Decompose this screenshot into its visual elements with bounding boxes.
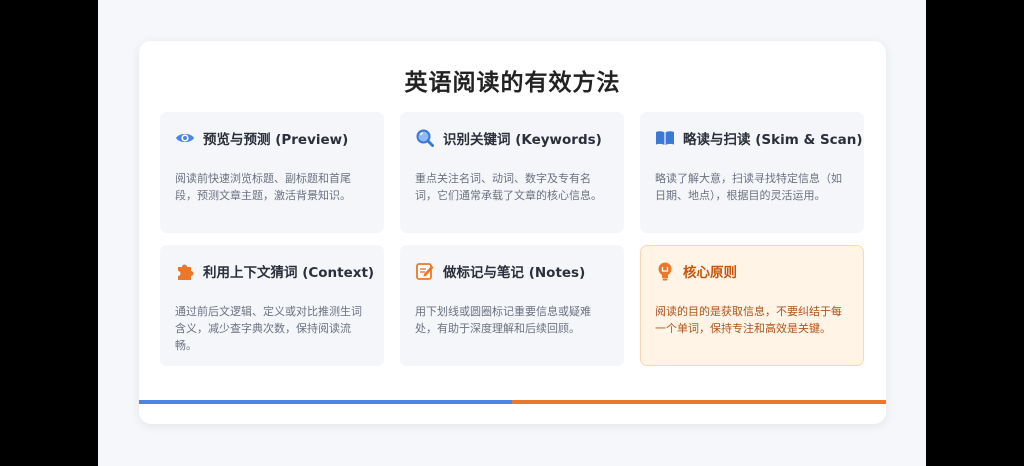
accent-bar-blue: [139, 400, 512, 404]
tile-title: 略读与扫读 (Skim & Scan): [683, 132, 863, 148]
tile-preview: 预览与预测 (Preview) 阅读前快速浏览标题、副标题和首尾段，预测文章主题…: [160, 112, 384, 233]
tile-core-principle: 核心原则 阅读的目的是获取信息，不要纠结于每一个单词，保持专注和高效是关键。: [640, 245, 864, 366]
tile-title: 利用上下文猜词 (Context): [203, 265, 375, 281]
page-title: 英语阅读的有效方法: [404, 70, 621, 96]
tile-header: 略读与扫读 (Skim & Scan): [655, 126, 863, 150]
tile-title: 预览与预测 (Preview): [203, 132, 349, 148]
tile-header: 识别关键词 (Keywords): [415, 126, 609, 150]
puzzle-icon: [175, 261, 195, 281]
memo-icon: [415, 261, 435, 281]
tile-header: 预览与预测 (Preview): [175, 126, 369, 150]
book-icon: [655, 128, 675, 148]
tile-description: 通过前后文逻辑、定义或对比推测生词含义，减少查字典次数，保持阅读流畅。: [175, 305, 362, 352]
tile-skim-scan: 略读与扫读 (Skim & Scan) 略读了解大意，扫读寻找特定信息（如日期、…: [640, 112, 864, 233]
lightbulb-icon: [655, 261, 675, 281]
tile-header: 核心原则: [655, 259, 849, 283]
slide-background: 英语阅读的有效方法 预览与预测 (Preview) 阅读前快速浏览标题、副标题和…: [98, 0, 926, 466]
tile-description: 重点关注名词、动词、数字及专有名词，它们通常承载了文章的核心信息。: [415, 172, 602, 202]
tile-title: 核心原则: [683, 265, 737, 281]
eye-icon: [175, 128, 195, 148]
magnifier-icon: [415, 128, 435, 148]
tile-header: 利用上下文猜词 (Context): [175, 259, 374, 283]
content-card: 英语阅读的有效方法 预览与预测 (Preview) 阅读前快速浏览标题、副标题和…: [139, 41, 886, 424]
accent-bar-orange: [512, 400, 886, 404]
tile-context: 利用上下文猜词 (Context) 通过前后文逻辑、定义或对比推测生词含义，减少…: [160, 245, 384, 366]
tile-description: 阅读前快速浏览标题、副标题和首尾段，预测文章主题，激活背景知识。: [175, 172, 351, 202]
tile-title: 做标记与笔记 (Notes): [443, 265, 586, 281]
tile-notes: 做标记与笔记 (Notes) 用下划线或圆圈标记重要信息或疑难处，有助于深度理解…: [400, 245, 624, 366]
tile-description: 略读了解大意，扫读寻找特定信息（如日期、地点），根据目的灵活运用。: [655, 172, 842, 202]
tile-header: 做标记与笔记 (Notes): [415, 259, 609, 283]
tile-description: 用下划线或圆圈标记重要信息或疑难处，有助于深度理解和后续回顾。: [415, 305, 591, 335]
method-grid: 预览与预测 (Preview) 阅读前快速浏览标题、副标题和首尾段，预测文章主题…: [160, 112, 865, 366]
tile-keywords: 识别关键词 (Keywords) 重点关注名词、动词、数字及专有名词，它们通常承…: [400, 112, 624, 233]
tile-title: 识别关键词 (Keywords): [443, 132, 602, 148]
tile-description: 阅读的目的是获取信息，不要纠结于每一个单词，保持专注和高效是关键。: [655, 305, 842, 335]
